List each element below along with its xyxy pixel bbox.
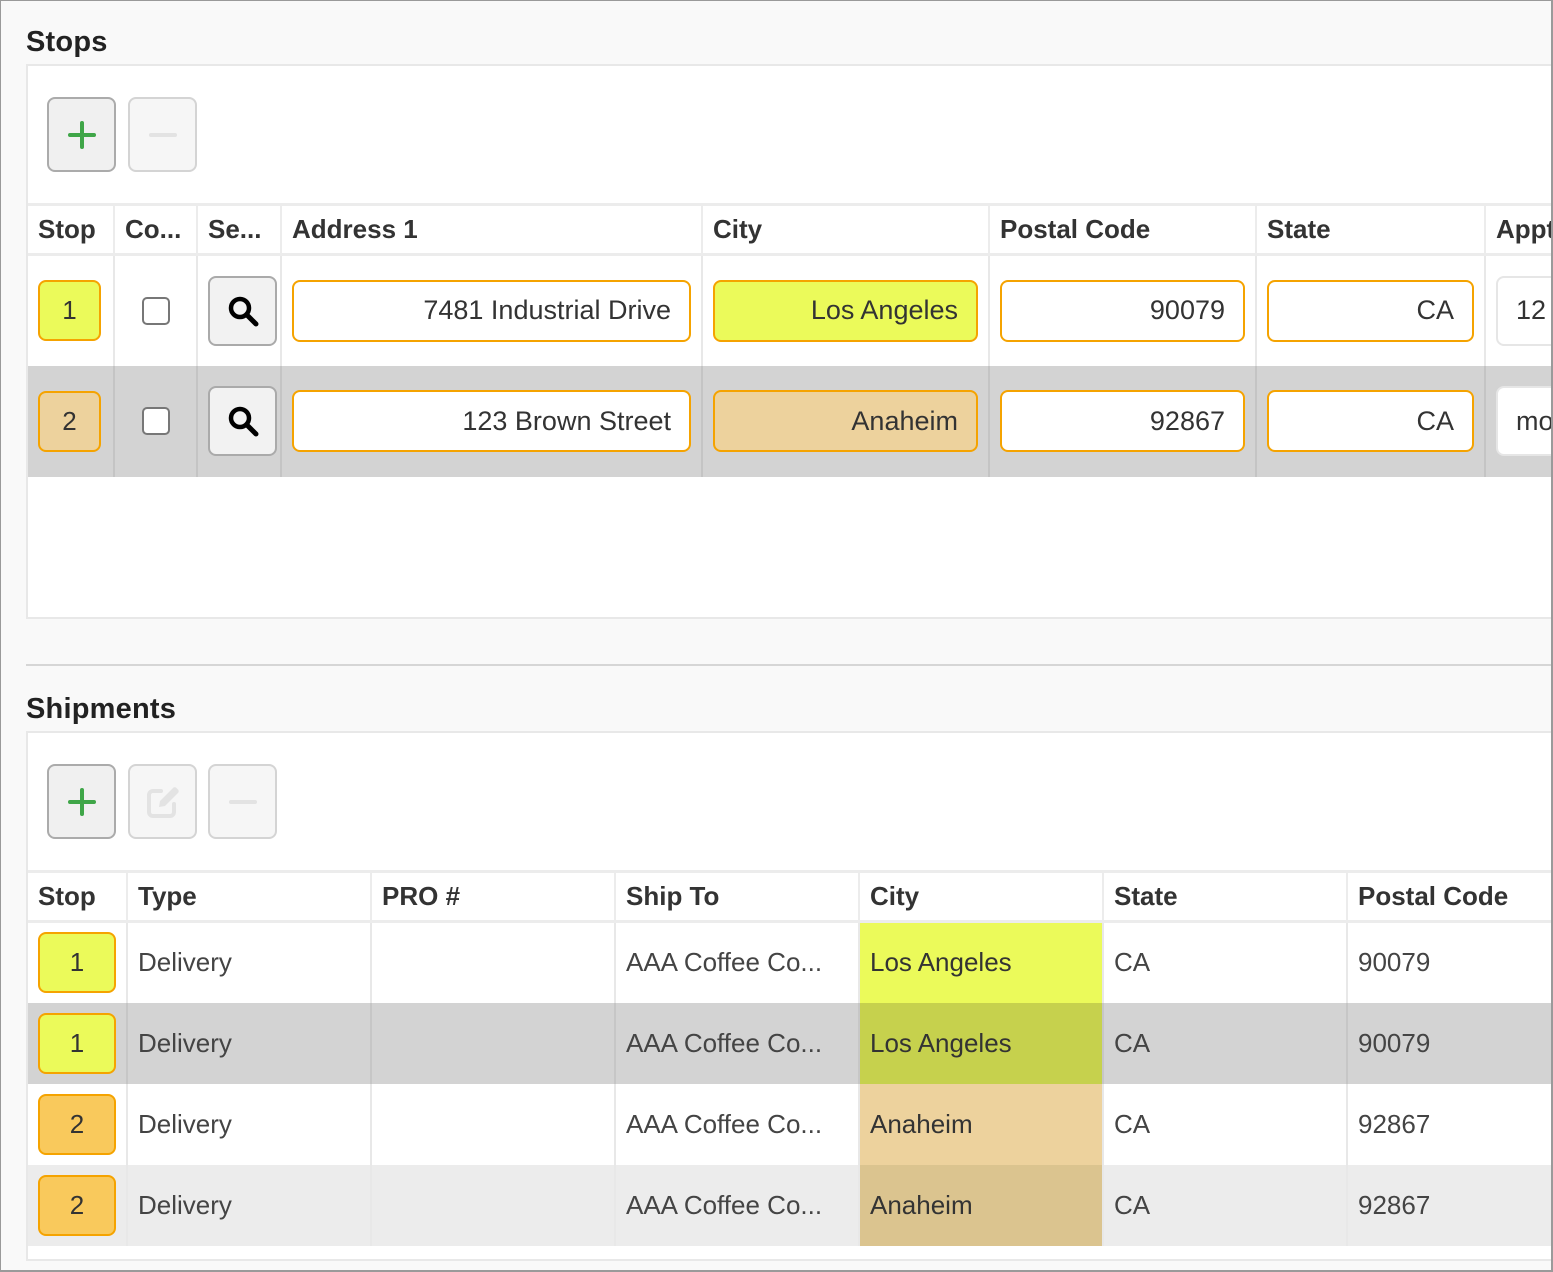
pro-cell [370, 1164, 615, 1246]
add-stop-button[interactable] [47, 97, 116, 172]
postal-code-cell: 90079 [1346, 1002, 1551, 1084]
shipments-grid: Stop Type PRO # Ship To City State Posta… [28, 870, 1551, 1246]
stop-number-badge: 1 [38, 932, 116, 994]
shipments-panel: Stop Type PRO # Ship To City State Posta… [26, 731, 1551, 1261]
minus-icon [228, 799, 257, 804]
postal-code-input[interactable]: 92867 [1000, 390, 1245, 452]
state-cell: CA [1102, 1002, 1347, 1084]
section-divider [26, 664, 1551, 666]
address1-input[interactable]: 123 Brown Street [292, 390, 691, 452]
stop-number-badge: 2 [38, 1174, 116, 1236]
postal-code-cell: 90079 [1346, 921, 1551, 1003]
shipment-row[interactable]: 2 Delivery AAA Coffee Co... Anaheim CA 9… [28, 1083, 1551, 1165]
pro-cell [370, 921, 615, 1003]
city-input[interactable]: Anaheim [713, 390, 978, 452]
col-header-stop[interactable]: Stop [28, 870, 127, 923]
address-search-button[interactable] [208, 275, 277, 346]
confirmed-checkbox[interactable] [141, 407, 170, 435]
col-header-search[interactable]: Se... [196, 203, 281, 256]
col-header-city[interactable]: City [701, 203, 989, 256]
state-input[interactable]: CA [1267, 279, 1474, 342]
shipment-row[interactable]: 2 Delivery AAA Coffee Co... Anaheim CA 9… [28, 1164, 1551, 1246]
stop-number-badge[interactable]: 2 [38, 390, 101, 452]
pro-cell [370, 1002, 615, 1084]
ship-to-cell: AAA Coffee Co... [614, 1164, 859, 1246]
address-search-button[interactable] [208, 386, 277, 456]
type-cell: Delivery [126, 1002, 371, 1084]
pro-cell [370, 1083, 615, 1165]
ship-to-cell: AAA Coffee Co... [614, 921, 859, 1003]
col-header-appt[interactable]: Appt [1484, 203, 1551, 256]
stop-row[interactable]: 2 123 Brown Street Anaheim 92867 CA mo [28, 365, 1551, 477]
edit-icon [146, 786, 179, 818]
minus-icon [148, 132, 177, 137]
shipments-section-title: Shipments [26, 693, 177, 725]
col-header-type[interactable]: Type [126, 870, 371, 923]
city-cell: Anaheim [858, 1083, 1103, 1165]
col-header-confirmed[interactable]: Co... [113, 203, 197, 256]
shipment-row[interactable]: 1 Delivery AAA Coffee Co... Los Angeles … [28, 1002, 1551, 1084]
type-cell: Delivery [126, 1164, 371, 1246]
shipment-row[interactable]: 1 Delivery AAA Coffee Co... Los Angeles … [28, 921, 1551, 1003]
postal-code-input[interactable]: 90079 [1000, 279, 1245, 342]
address1-input[interactable]: 7481 Industrial Drive [292, 279, 691, 342]
window: Stops Stop Co... Se... Address 1 City Po… [0, 0, 1553, 1272]
col-header-city[interactable]: City [858, 870, 1103, 923]
stops-section-title: Stops [26, 26, 108, 58]
city-cell: Los Angeles [858, 1002, 1103, 1084]
postal-code-cell: 92867 [1346, 1164, 1551, 1246]
stop-number-badge: 2 [38, 1093, 116, 1155]
type-cell: Delivery [126, 1083, 371, 1165]
state-cell: CA [1102, 1164, 1347, 1246]
col-header-postal-code[interactable]: Postal Code [1346, 870, 1551, 923]
remove-stop-button[interactable] [128, 97, 197, 172]
col-header-state[interactable]: State [1102, 870, 1347, 923]
type-cell: Delivery [126, 921, 371, 1003]
state-input[interactable]: CA [1267, 390, 1474, 452]
stops-panel: Stop Co... Se... Address 1 City Postal C… [26, 64, 1551, 619]
stop-number-badge[interactable]: 1 [38, 280, 101, 342]
ship-to-cell: AAA Coffee Co... [614, 1083, 859, 1165]
postal-code-cell: 92867 [1346, 1083, 1551, 1165]
shipments-header-row: Stop Type PRO # Ship To City State Posta… [28, 870, 1551, 923]
appt-input[interactable]: 12 [1496, 275, 1551, 346]
col-header-postal-code[interactable]: Postal Code [988, 203, 1256, 256]
state-cell: CA [1102, 1083, 1347, 1165]
col-header-state[interactable]: State [1255, 203, 1485, 256]
city-input[interactable]: Los Angeles [713, 279, 978, 342]
col-header-ship-to[interactable]: Ship To [614, 870, 859, 923]
stop-number-badge: 1 [38, 1012, 116, 1074]
add-shipment-button[interactable] [47, 764, 116, 839]
city-cell: Anaheim [858, 1164, 1103, 1246]
confirmed-checkbox[interactable] [141, 296, 170, 325]
city-cell: Los Angeles [858, 921, 1103, 1003]
search-icon [228, 296, 258, 327]
search-icon [228, 406, 258, 437]
plus-icon [67, 787, 96, 816]
col-header-stop[interactable]: Stop [28, 203, 114, 256]
stops-header-row: Stop Co... Se... Address 1 City Postal C… [28, 203, 1551, 256]
appt-input[interactable]: mo [1496, 386, 1551, 456]
state-cell: CA [1102, 921, 1347, 1003]
stops-grid: Stop Co... Se... Address 1 City Postal C… [28, 203, 1551, 477]
col-header-address1[interactable]: Address 1 [280, 203, 702, 256]
plus-icon [67, 120, 96, 149]
ship-to-cell: AAA Coffee Co... [614, 1002, 859, 1084]
remove-shipment-button[interactable] [208, 764, 277, 839]
stop-row[interactable]: 1 7481 Industrial Drive Los Angeles 9007… [28, 254, 1551, 366]
edit-shipment-button[interactable] [128, 764, 197, 839]
col-header-pro[interactable]: PRO # [370, 870, 615, 923]
